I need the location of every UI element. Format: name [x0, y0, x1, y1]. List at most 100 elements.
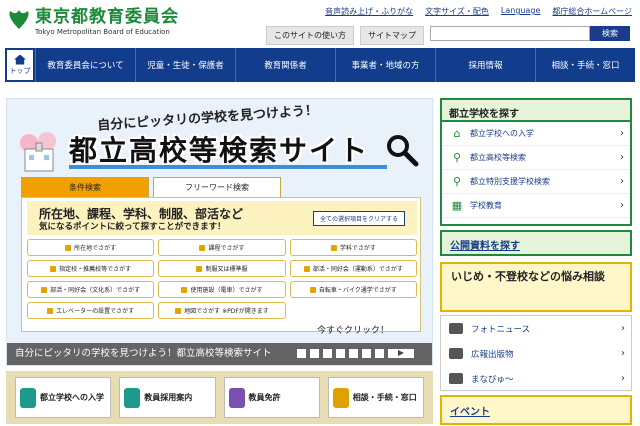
magnifier-icon — [385, 133, 419, 167]
clear-selection-button[interactable]: 全ての選択項目をクリアする — [312, 211, 405, 226]
event-link[interactable]: イベント — [440, 395, 632, 425]
option-label: 課程でさがす — [208, 245, 245, 252]
media-link-label: フォトニュース — [471, 324, 531, 335]
utility-link-metro-home[interactable]: 都庁総合ホームページ — [552, 6, 632, 17]
option-label: 学科でさがす — [339, 245, 376, 252]
org-name: 東京都教育委員会 — [35, 7, 179, 27]
chevron-right-icon: › — [620, 152, 624, 163]
hero-banner[interactable]: 自分にピッタリの学校を見つけよう！ 都立高校等検索サイト 条件検索 フリーワード… — [6, 98, 433, 366]
chevron-right-icon: › — [621, 323, 625, 334]
media-link-label: 広報出版物 — [471, 349, 514, 360]
nav-item-consult[interactable]: 相談・手続・窓口 — [535, 48, 635, 82]
option-icon — [199, 244, 206, 251]
option-culture-club[interactable]: 部活・同好会（文化系）でさがす — [27, 281, 155, 298]
search-icon: ⚲ — [452, 174, 462, 188]
chevron-right-icon: › — [620, 200, 624, 211]
find-item-admission[interactable]: ⌂ 都立学校への入学 › — [442, 122, 630, 146]
nav-item-students[interactable]: 児童・生徒・保護者 — [135, 48, 235, 82]
slide-dot[interactable] — [375, 349, 384, 358]
slide-dot[interactable] — [310, 349, 319, 358]
nav-item-educators[interactable]: 教育関係者 — [235, 48, 335, 82]
option-department[interactable]: 学科でさがす — [289, 239, 417, 256]
option-icon — [65, 244, 72, 251]
teacher-icon — [124, 387, 141, 408]
slide-dot[interactable] — [297, 349, 306, 358]
find-item-special-school-search[interactable]: ⚲ 都立特別支援学校検索 › — [442, 170, 630, 194]
option-sports-club[interactable]: 部活・同好会（運動系）でさがす — [289, 260, 417, 277]
find-item-label: 都立特別支援学校検索 — [470, 177, 550, 186]
clipboard-icon — [332, 387, 349, 408]
chevron-right-icon: › — [620, 128, 624, 139]
find-item-school-education[interactable]: ▦ 学校教育 › — [442, 194, 630, 218]
nav-item-business[interactable]: 事業者・地域の方 — [335, 48, 435, 82]
option-icon — [309, 286, 316, 293]
panel-subline: 気になるポイントに絞って探すことができます！ — [39, 222, 226, 232]
license-icon — [228, 387, 245, 408]
panel-header: 所在地、課程、学科、制服、部活など 気になるポイントに絞って探すことができます！… — [27, 201, 417, 235]
nav-item-recruit[interactable]: 採用情報 — [435, 48, 535, 82]
option-uniform[interactable]: 制服又は標準服 — [158, 260, 286, 277]
school-icon: ⌂ — [453, 126, 461, 140]
media-links: フォトニュース › 広報出版物 › まなびゅ～ › — [440, 315, 632, 391]
quick-link-label: 教員採用案内 — [144, 393, 193, 402]
utility-link-voice[interactable]: 音声読み上げ・ふりがな — [325, 6, 413, 17]
find-item-high-school-search[interactable]: ⚲ 都立高校等検索 › — [442, 146, 630, 170]
global-nav: トップ 教育委員会について 児童・生徒・保護者 教育関係者 事業者・地域の方 採… — [5, 48, 635, 82]
quick-link-label: 教員免許 — [248, 393, 281, 402]
bullying-consult-link[interactable]: いじめ・不登校などの悩み相談 — [440, 262, 632, 312]
slide-dot[interactable] — [336, 349, 345, 358]
banner-title: 都立高校等検索サイト — [69, 134, 370, 167]
quick-link-recruit[interactable]: 教員採用案内 — [119, 377, 216, 418]
play-icon[interactable] — [388, 349, 414, 358]
slide-dot[interactable] — [349, 349, 358, 358]
option-location[interactable]: 所在地でさがす — [27, 239, 155, 256]
option-label: 指定校・推薦校等でさがす — [59, 266, 132, 273]
site-logo[interactable]: 東京都教育委員会 Tokyo Metropolitan Board of Edu… — [6, 8, 179, 37]
option-label: 自転車・バイク通学でさがす — [318, 287, 397, 294]
find-item-label: 学校教育 — [470, 201, 502, 210]
site-search: 検索 — [430, 26, 630, 41]
quick-link-label: 相談・手続・窓口 — [352, 393, 417, 402]
option-bicycle[interactable]: 自転車・バイク通学でさがす — [289, 281, 417, 298]
search-input[interactable] — [430, 26, 590, 41]
find-item-label: 都立学校への入学 — [470, 129, 534, 138]
option-map[interactable]: 地図でさがす ※PDFが開きます — [158, 302, 286, 319]
publications-print-link[interactable]: 広報出版物 › — [441, 341, 631, 366]
option-course[interactable]: 課程でさがす — [158, 239, 286, 256]
search-button[interactable]: 検索 — [590, 26, 630, 41]
tab-freeword-search[interactable]: フリーワード検索 — [153, 177, 281, 197]
publications-link[interactable]: 公開資料を探す — [440, 230, 632, 256]
search-tabs: 条件検索 フリーワード検索 — [21, 177, 281, 197]
search-icon: ⚲ — [452, 150, 462, 164]
sitemap-button[interactable]: サイトマップ — [360, 26, 424, 45]
utility-link-language[interactable]: Language — [501, 6, 540, 17]
school-icon — [20, 387, 36, 408]
find-school-box: 都立学校を探す ⌂ 都立学校への入学 › ⚲ 都立高校等検索 › ⚲ 都立特別支援学校検索… — [440, 98, 632, 226]
school-building-icon: ▦ — [451, 198, 463, 212]
option-label: 地図でさがす ※PDFが開きます — [184, 308, 269, 315]
option-designated[interactable]: 指定校・推薦校等でさがす — [27, 260, 155, 277]
manabyu-link[interactable]: まなびゅ～ › — [441, 366, 631, 391]
quick-link-license[interactable]: 教員免許 — [223, 377, 320, 418]
option-elevator[interactable]: エレベーターの設置でさがす — [27, 302, 155, 319]
how-to-use-button[interactable]: このサイトの使い方 — [266, 26, 354, 45]
option-icon — [181, 286, 188, 293]
option-train[interactable]: 使用施設（電車）でさがす — [158, 281, 286, 298]
utility-links: 音声読み上げ・ふりがな 文字サイズ・配色 Language 都庁総合ホームページ — [325, 6, 632, 17]
nav-home[interactable]: トップ — [5, 48, 35, 82]
tab-condition-search[interactable]: 条件検索 — [21, 177, 149, 197]
nav-item-about[interactable]: 教育委員会について — [35, 48, 135, 82]
option-icon — [41, 286, 48, 293]
org-name-en: Tokyo Metropolitan Board of Education — [35, 28, 170, 36]
quick-link-consult[interactable]: 相談・手続・窓口 — [327, 377, 424, 418]
quick-link-admission[interactable]: 都立学校への入学 — [15, 377, 112, 418]
slide-dot[interactable] — [362, 349, 371, 358]
slide-dot[interactable] — [323, 349, 332, 358]
utility-link-text-size[interactable]: 文字サイズ・配色 — [425, 6, 489, 17]
book-icon — [449, 348, 463, 359]
find-item-label: 都立高校等検索 — [470, 153, 526, 162]
option-label: 使用施設（電車）でさがす — [190, 287, 263, 294]
quick-link-label: 都立学校への入学 — [40, 393, 104, 402]
photo-news-link[interactable]: フォトニュース › — [441, 316, 631, 341]
click-now-text: 今すぐクリック！ — [317, 326, 390, 336]
